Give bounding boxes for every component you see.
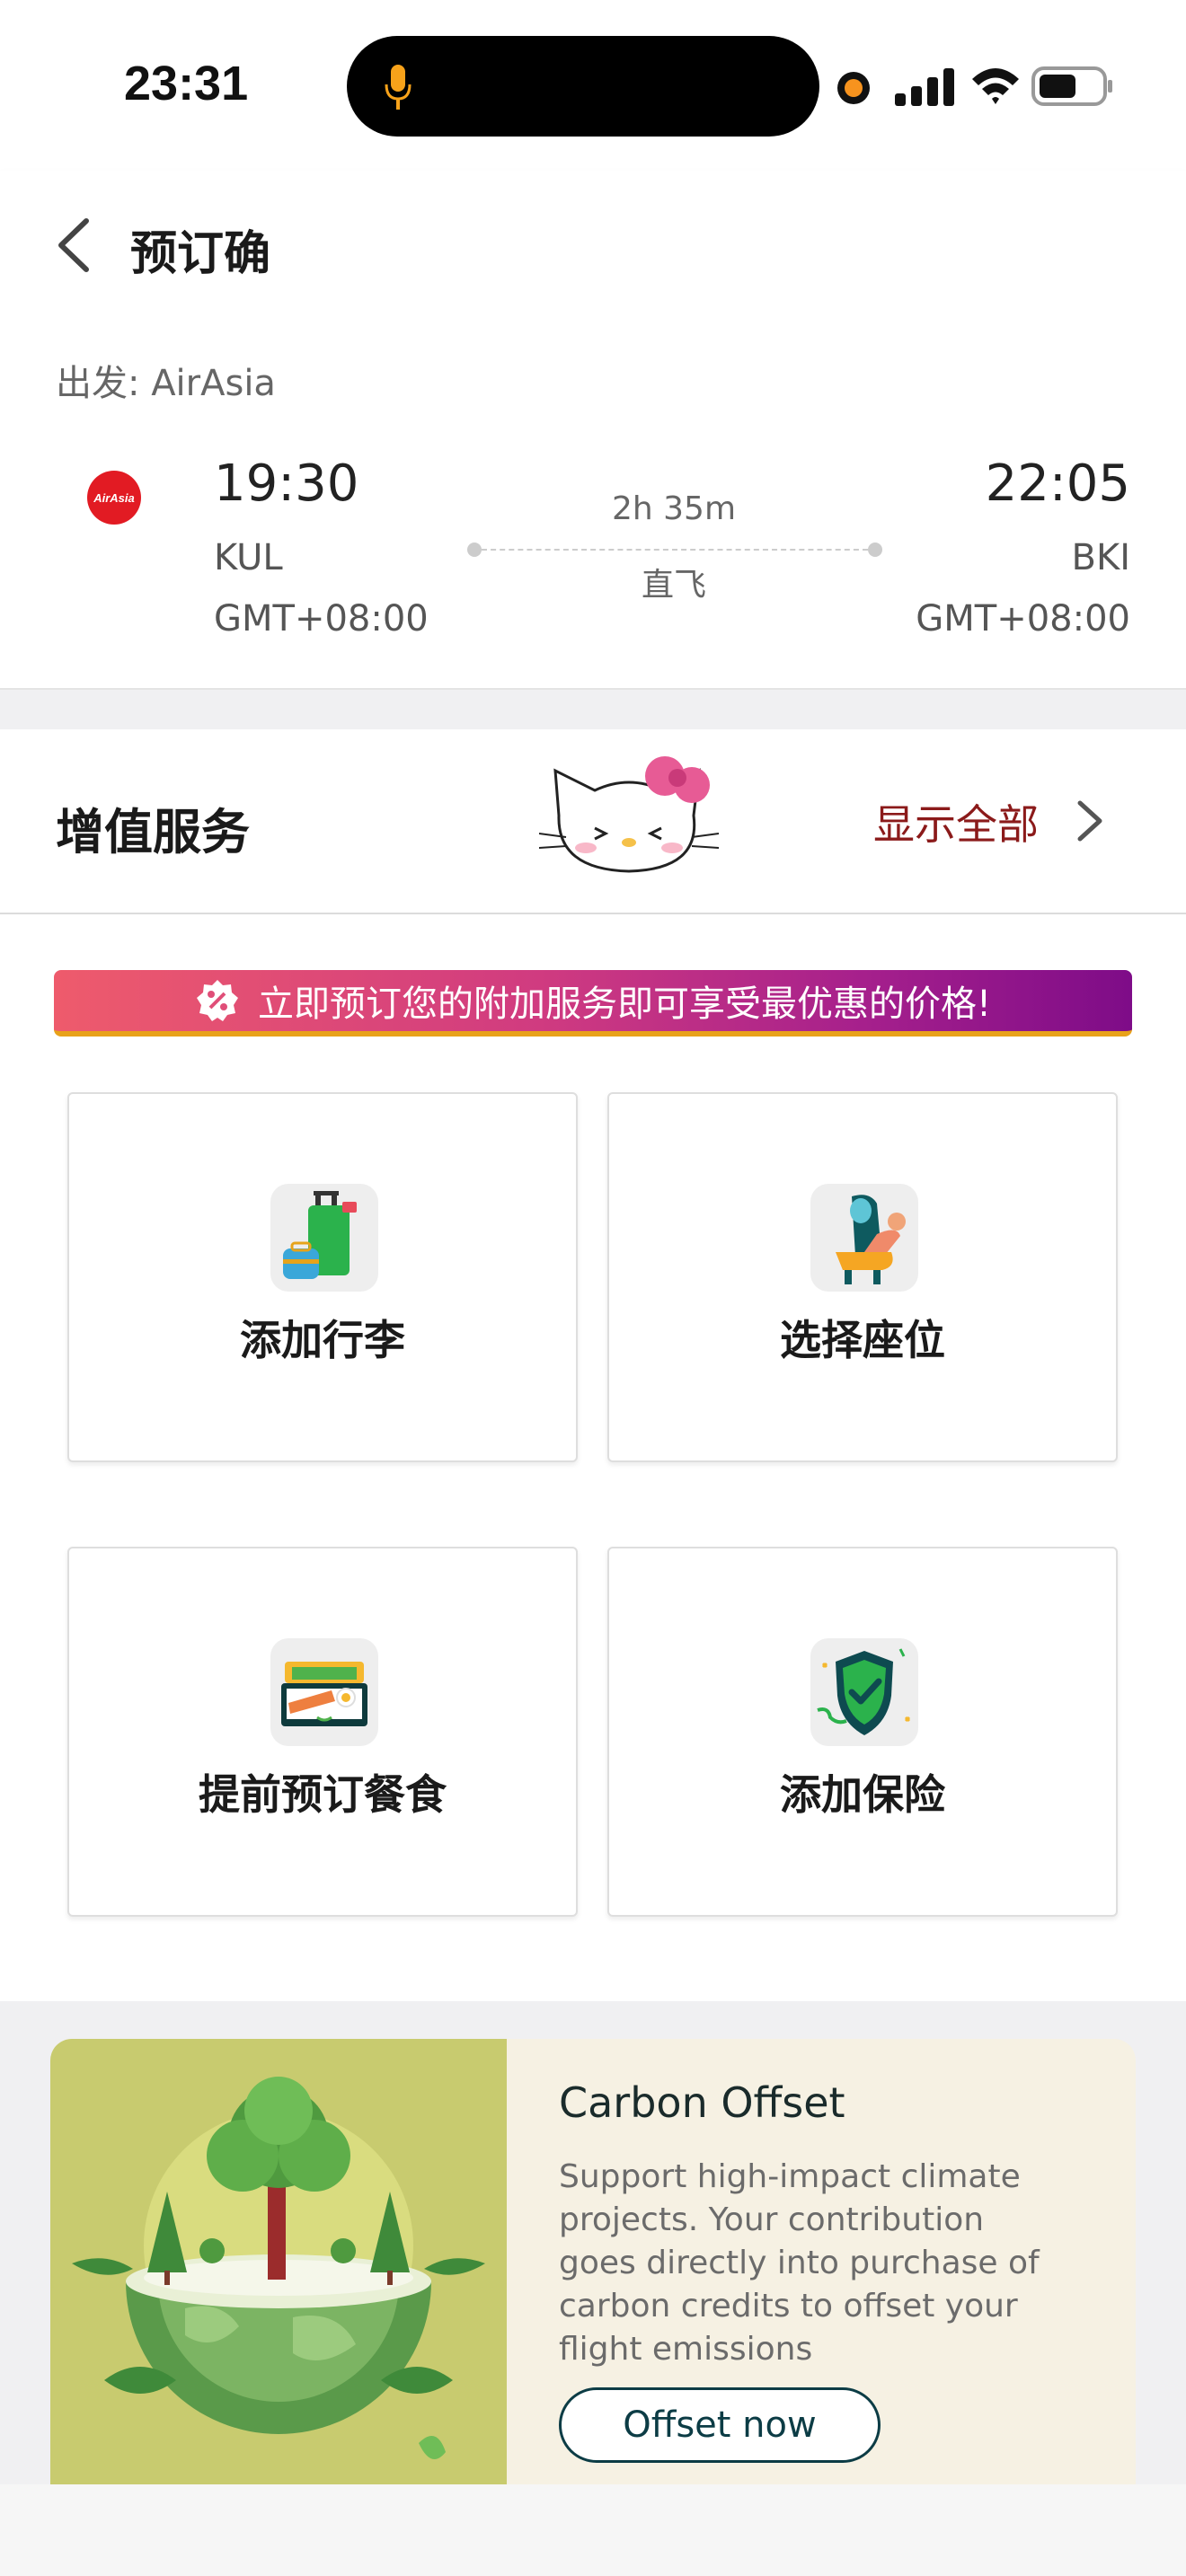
addon-card-label: 添加行李 bbox=[240, 1316, 405, 1364]
page-header: 预订确 bbox=[0, 171, 1186, 318]
addon-card-label: 提前预订餐食 bbox=[199, 1770, 447, 1819]
carbon-offset-card: Carbon Offset Support high-impact climat… bbox=[50, 2039, 1136, 2484]
addon-card-seat[interactable]: 选择座位 bbox=[607, 1092, 1118, 1462]
departure-airport-code: KUL bbox=[214, 537, 283, 578]
status-time: 23:31 bbox=[124, 57, 249, 110]
back-arrow-icon[interactable] bbox=[54, 216, 93, 275]
addon-section-title: 增值服务 bbox=[56, 804, 250, 860]
promo-text: 立即预订您的附加服务即可享受最优惠的价格! bbox=[257, 984, 992, 1025]
dynamic-island bbox=[347, 36, 819, 137]
wifi-icon bbox=[972, 68, 1019, 104]
departure-timezone: GMT+08:00 bbox=[214, 598, 429, 640]
flight-duration: 2h 35m bbox=[611, 490, 737, 527]
hello-kitty-icon bbox=[539, 756, 719, 873]
carbon-offset-description: Support high-impact climate projects. Yo… bbox=[559, 2158, 1040, 2368]
addon-section-header: 增值服务 显示全部 bbox=[0, 729, 1186, 914]
route-line bbox=[467, 543, 882, 557]
airline-logo: AirAsia bbox=[87, 471, 141, 525]
chevron-right-icon[interactable] bbox=[1075, 798, 1105, 844]
discount-badge-icon bbox=[196, 980, 238, 1021]
carbon-offset-body: Carbon Offset Support high-impact climat… bbox=[507, 2039, 1136, 2484]
promo-banner: 立即预订您的附加服务即可享受最优惠的价格! bbox=[54, 970, 1132, 1037]
insurance-shield-icon bbox=[810, 1638, 918, 1746]
earth-tree-illustration bbox=[50, 2039, 507, 2484]
addon-card-luggage[interactable]: 添加行李 bbox=[67, 1092, 578, 1462]
addon-card-label: 添加保险 bbox=[780, 1770, 945, 1819]
recording-dot-icon bbox=[837, 72, 870, 104]
seat-icon bbox=[810, 1184, 918, 1292]
bottom-area bbox=[0, 2484, 1186, 2576]
flight-summary: 出发: AirAsia AirAsia 19:30 KUL GMT+08:00 … bbox=[0, 318, 1186, 690]
status-bar: 23:31 bbox=[0, 0, 1186, 171]
addon-card-label: 选择座位 bbox=[780, 1316, 945, 1364]
battery-icon bbox=[1031, 66, 1112, 106]
arrival-airport-code: BKI bbox=[1071, 537, 1130, 578]
arrival-time: 22:05 bbox=[985, 454, 1130, 513]
departure-time: 19:30 bbox=[214, 454, 359, 513]
luggage-icon bbox=[270, 1184, 378, 1292]
page-title: 预订确 bbox=[130, 227, 271, 281]
show-all-link[interactable]: 显示全部 bbox=[873, 792, 1039, 851]
cellular-signal-icon bbox=[895, 68, 954, 106]
addon-card-meal[interactable]: 提前预订餐食 bbox=[67, 1547, 578, 1917]
meal-icon bbox=[270, 1638, 378, 1746]
carbon-offset-title: Carbon Offset bbox=[559, 2078, 845, 2127]
offset-now-button[interactable]: Offset now bbox=[559, 2387, 881, 2463]
mic-icon bbox=[385, 65, 412, 110]
addon-card-insurance[interactable]: 添加保险 bbox=[607, 1547, 1118, 1917]
flight-stops: 直飞 bbox=[641, 567, 706, 604]
arrival-timezone: GMT+08:00 bbox=[916, 598, 1130, 640]
addon-services-section: 增值服务 显示全部 立即预订您的附加服务即可享受最优惠的价格! 添加行李 选择座… bbox=[0, 729, 1186, 2001]
departure-label: 出发: AirAsia bbox=[56, 363, 276, 404]
